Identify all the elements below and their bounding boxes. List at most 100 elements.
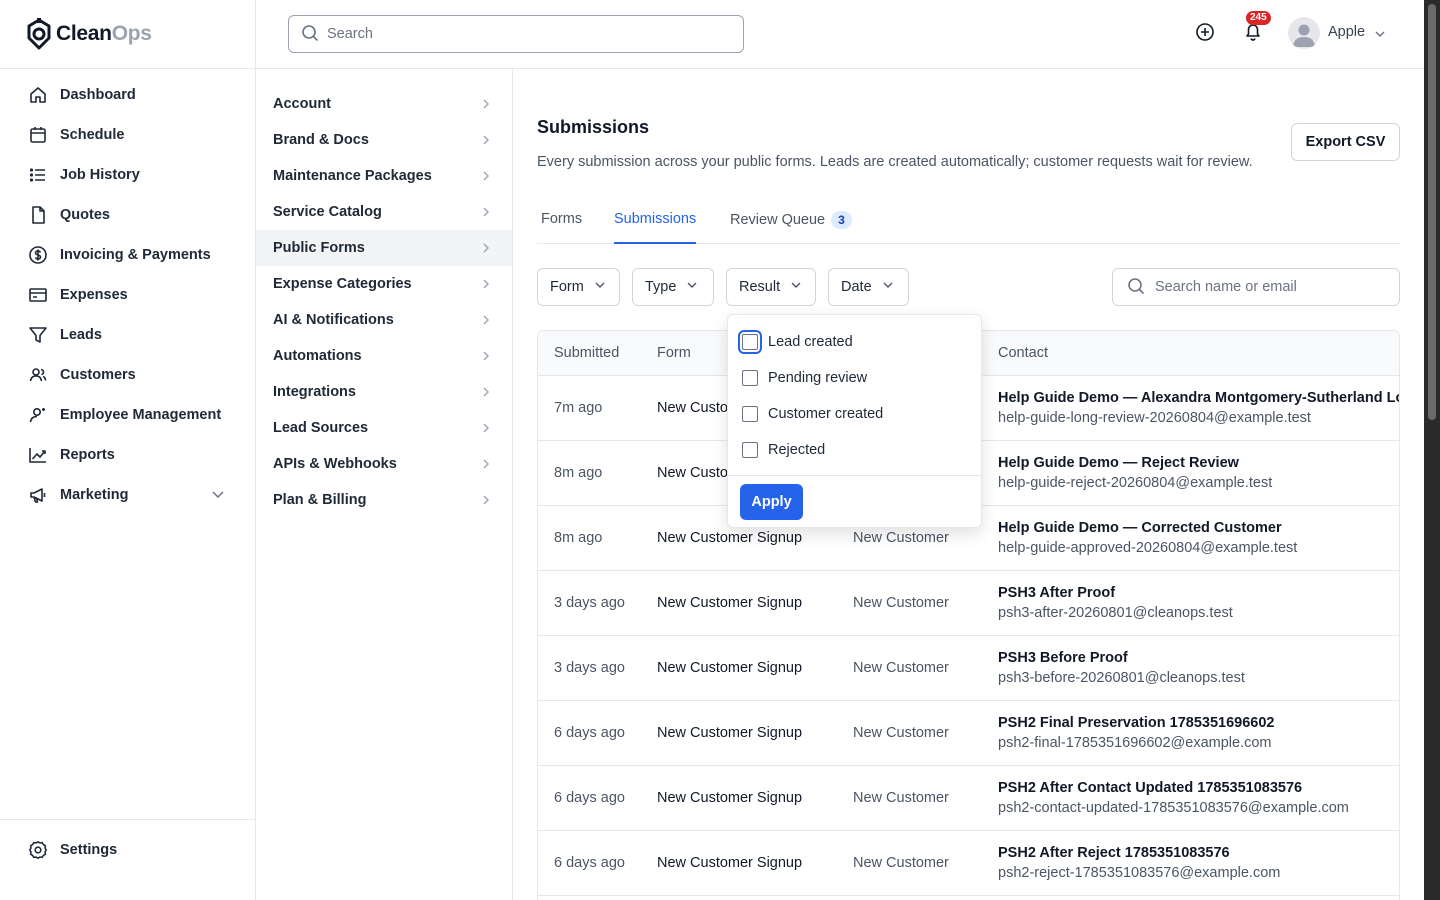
settings-menu-label: Automations — [273, 348, 362, 364]
settings-menu-maintenance-packages[interactable]: Maintenance Packages — [256, 158, 512, 194]
global-search-input[interactable] — [327, 26, 727, 42]
table-row[interactable]: 3 days ago New Customer Signup New Custo… — [538, 571, 1399, 636]
settings-menu-apis-webhooks[interactable]: APIs & Webhooks — [256, 446, 512, 482]
checkbox-rejected[interactable] — [742, 442, 758, 458]
chevron-right-icon — [480, 494, 492, 510]
chevron-down-icon[interactable] — [211, 487, 225, 505]
cell-contact-email: psh3-after-20260801@cleanops.test — [998, 605, 1233, 621]
chevron-down-icon[interactable] — [1374, 27, 1386, 43]
home-icon — [28, 85, 48, 105]
user-name[interactable]: Apple — [1328, 24, 1365, 40]
users-icon — [28, 365, 48, 385]
settings-menu-lead-sources[interactable]: Lead Sources — [256, 410, 512, 446]
result-filter-label: Result — [739, 279, 781, 295]
nav-item-leads[interactable]: Leads — [0, 315, 255, 355]
nav-label-job-history: Job History — [60, 167, 140, 183]
cell-contact-email: psh2-contact-updated-1785351083576@examp… — [998, 800, 1349, 816]
nav-item-marketing[interactable]: Marketing — [0, 475, 255, 515]
table-row[interactable]: 3 days ago New Customer Signup New Custo… — [538, 636, 1399, 701]
cell-type: New Customer — [853, 530, 949, 546]
settings-menu-label: Plan & Billing — [273, 492, 367, 508]
apply-button[interactable]: Apply — [740, 484, 803, 520]
cell-contact-email: help-guide-long-review-20260804@example.… — [998, 410, 1311, 426]
result-option-lead-created[interactable]: Lead created — [738, 330, 853, 354]
form-filter-button[interactable]: Form — [537, 268, 620, 306]
chevron-right-icon — [480, 350, 492, 366]
settings-menu-label: APIs & Webhooks — [273, 456, 397, 472]
cell-form: New Customer Signup — [657, 530, 803, 546]
type-filter-button[interactable]: Type — [632, 268, 714, 306]
nav-label-dashboard: Dashboard — [60, 87, 136, 103]
checkbox-pending-review[interactable] — [742, 370, 758, 386]
nav-item-reports[interactable]: Reports — [0, 435, 255, 475]
global-search[interactable] — [288, 15, 744, 53]
brand-name-part2: Ops — [111, 22, 152, 45]
nav-item-employee-management[interactable]: Employee Management — [0, 395, 255, 435]
chevron-right-icon — [480, 206, 492, 222]
nav-item-invoicing[interactable]: Invoicing & Payments — [0, 235, 255, 275]
settings-menu-label: Integrations — [273, 384, 356, 400]
nav-item-dashboard[interactable]: Dashboard — [0, 75, 255, 115]
result-option-pending-review[interactable]: Pending review — [742, 368, 867, 388]
settings-menu-expense-categories[interactable]: Expense Categories — [256, 266, 512, 302]
nav-item-expenses[interactable]: Expenses — [0, 275, 255, 315]
top-bar: 245 Apple — [256, 0, 1424, 69]
nav-label-employee-management: Employee Management — [60, 407, 222, 423]
table-row[interactable]: 6 days ago New Customer Signup New Custo… — [538, 831, 1399, 896]
primary-nav: Dashboard Schedule Job History Quotes In… — [0, 69, 255, 515]
nav-label-marketing: Marketing — [60, 487, 129, 503]
checkbox-customer-created[interactable] — [742, 406, 758, 422]
settings-menu-integrations[interactable]: Integrations — [256, 374, 512, 410]
page-title: Submissions — [537, 117, 650, 137]
chevron-down-icon — [686, 279, 698, 295]
brand-logo[interactable]: CleanOps — [0, 0, 255, 69]
nav-item-schedule[interactable]: Schedule — [0, 115, 255, 155]
settings-menu-service-catalog[interactable]: Service Catalog — [256, 194, 512, 230]
add-new-icon[interactable] — [1194, 21, 1216, 43]
submission-search-input[interactable] — [1155, 279, 1395, 295]
settings-menu-brand-docs[interactable]: Brand & Docs — [256, 122, 512, 158]
column-header-contact[interactable]: Contact — [998, 345, 1048, 361]
result-option-rejected[interactable]: Rejected — [742, 440, 825, 460]
settings-menu-label: Brand & Docs — [273, 132, 369, 148]
list-icon — [28, 165, 48, 185]
tab-forms[interactable]: Forms — [541, 211, 582, 244]
nav-item-job-history[interactable]: Job History — [0, 155, 255, 195]
cell-contact-name: PSH3 Before Proof — [998, 650, 1128, 666]
settings-menu-ai-notifications[interactable]: AI & Notifications — [256, 302, 512, 338]
nav-item-customers[interactable]: Customers — [0, 355, 255, 395]
column-header-form[interactable]: Form — [657, 345, 691, 361]
settings-menu-account[interactable]: Account — [256, 86, 512, 122]
scrollbar-thumb[interactable] — [1428, 4, 1436, 420]
avatar[interactable] — [1288, 17, 1320, 49]
result-filter-dropdown: Lead created Pending review Customer cre… — [727, 314, 982, 528]
nav-item-settings[interactable]: Settings — [0, 830, 256, 870]
notification-badge: 245 — [1246, 11, 1271, 25]
type-filter-label: Type — [645, 279, 677, 295]
nav-item-quotes[interactable]: Quotes — [0, 195, 255, 235]
search-icon — [301, 24, 319, 45]
settings-menu-plan-billing[interactable]: Plan & Billing — [256, 482, 512, 518]
settings-menu-public-forms[interactable]: Public Forms — [256, 230, 512, 266]
chevron-right-icon — [480, 314, 492, 330]
export-csv-button[interactable]: Export CSV — [1291, 123, 1400, 161]
settings-menu-automations[interactable]: Automations — [256, 338, 512, 374]
checkbox-lead-created[interactable] — [738, 330, 762, 354]
receipt-icon — [28, 285, 48, 305]
submission-search[interactable] — [1112, 268, 1400, 306]
result-filter-button[interactable]: Result — [726, 268, 816, 306]
chevron-down-icon — [594, 279, 606, 295]
tab-submissions[interactable]: Submissions — [614, 211, 697, 244]
table-row[interactable]: 6 days ago New Customer Signup New Custo… — [538, 766, 1399, 831]
date-filter-button[interactable]: Date — [828, 268, 909, 306]
tab-review-queue[interactable]: Review Queue 3 — [730, 211, 852, 244]
chart-icon — [28, 445, 48, 465]
table-row[interactable]: 6 days ago New Customer Signup New Custo… — [538, 701, 1399, 766]
result-option-customer-created[interactable]: Customer created — [742, 404, 883, 424]
settings-menu-label: Service Catalog — [273, 204, 382, 220]
cell-form: New Customer Signup — [657, 790, 803, 806]
cell-submitted: 3 days ago — [554, 595, 625, 611]
column-header-submitted[interactable]: Submitted — [554, 345, 619, 361]
tab-review-queue-label: Review Queue — [730, 212, 826, 228]
settings-menu-label: Public Forms — [273, 240, 365, 256]
